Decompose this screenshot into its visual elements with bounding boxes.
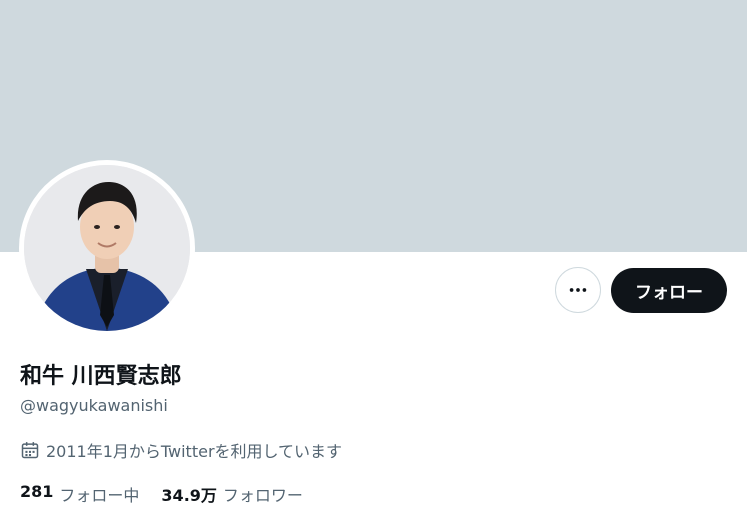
- user-handle: @wagyukawanishi: [20, 396, 168, 415]
- calendar-icon: [21, 442, 39, 459]
- display-name: 和牛 川西賢志郎: [20, 364, 182, 389]
- avatar[interactable]: [24, 165, 190, 331]
- more-options-button[interactable]: [555, 267, 601, 313]
- profile-header: フォロー 和牛 川西賢志郎 @wagyukawanishi 2011年1月からT…: [0, 0, 747, 508]
- profile-stats: 281 フォロー中 34.9万 フォロワー: [20, 482, 303, 506]
- profile-actions: フォロー: [555, 267, 727, 313]
- following-count: 281: [20, 482, 54, 501]
- following-label: フォロー中: [59, 486, 140, 505]
- followers-count: 34.9万: [161, 486, 217, 505]
- followers-label: フォロワー: [222, 486, 303, 505]
- avatar-photo: [24, 165, 190, 331]
- following-link[interactable]: 281 フォロー中: [20, 482, 139, 506]
- avatar-frame: [19, 160, 195, 336]
- followers-link[interactable]: 34.9万 フォロワー: [161, 482, 303, 506]
- join-date: 2011年1月からTwitterを利用しています: [20, 438, 342, 462]
- join-date-text: 2011年1月からTwitterを利用しています: [46, 442, 343, 461]
- follow-button[interactable]: フォロー: [611, 267, 727, 313]
- more-dots-icon: [569, 288, 587, 292]
